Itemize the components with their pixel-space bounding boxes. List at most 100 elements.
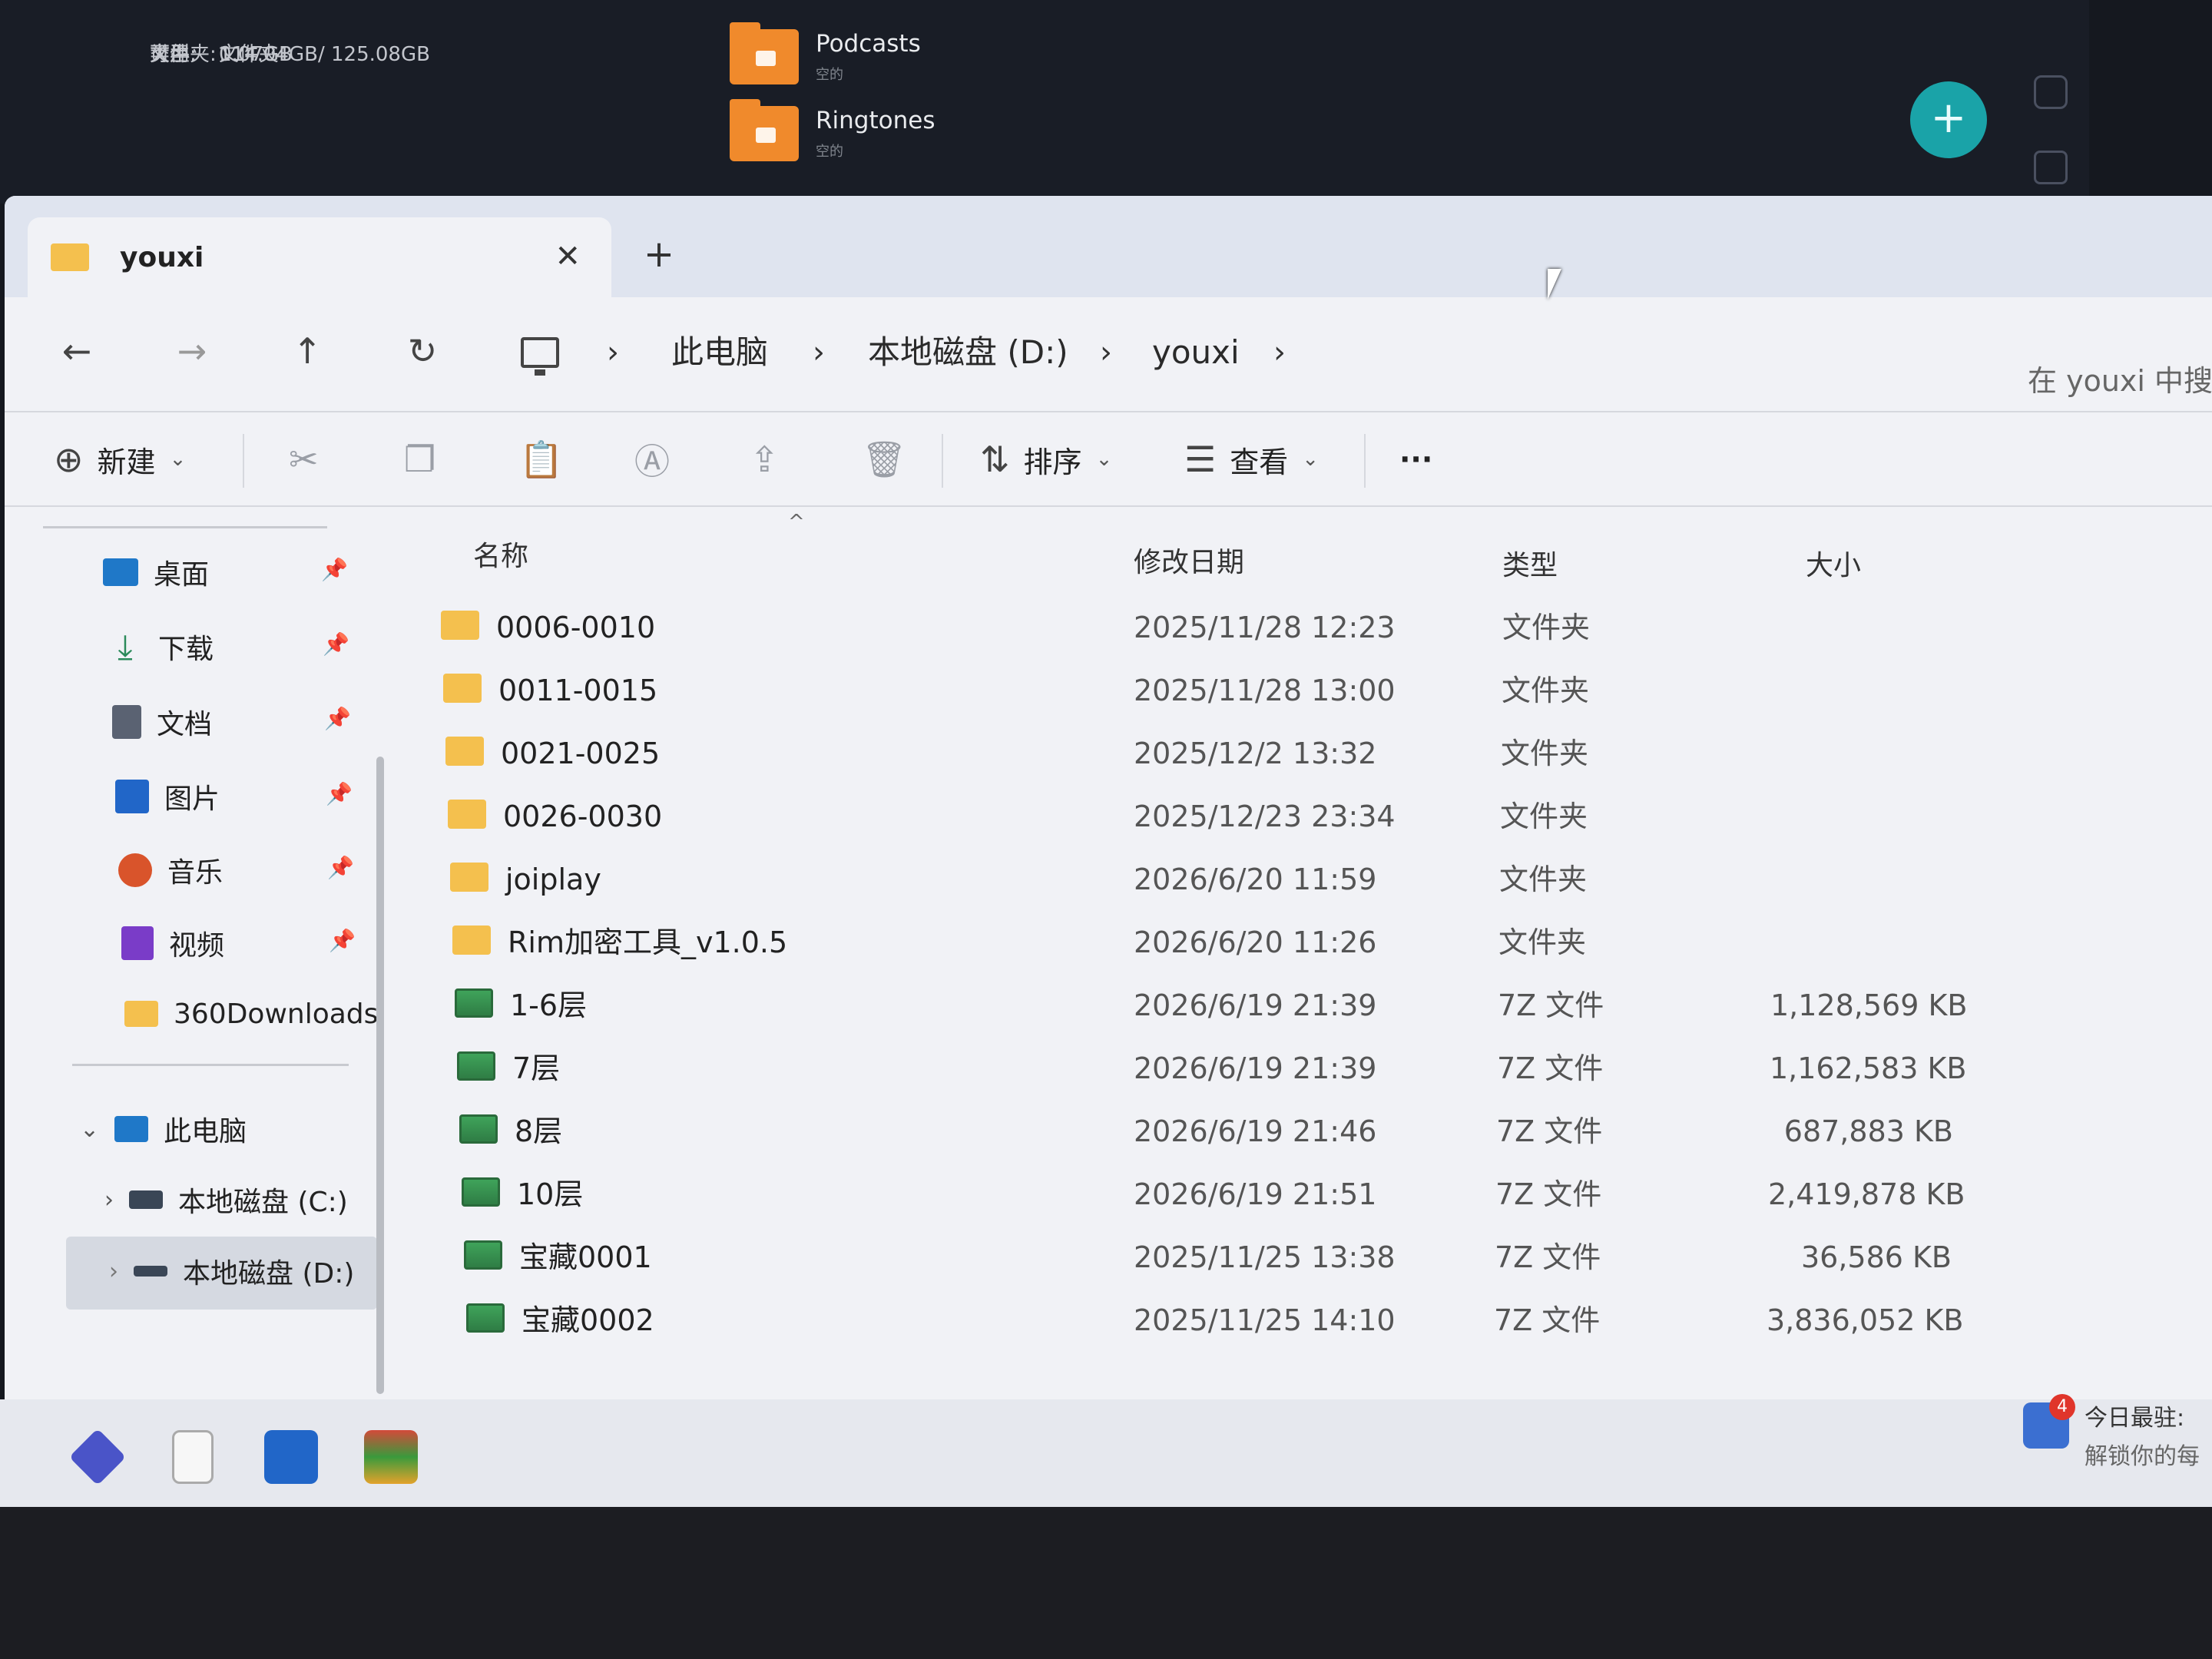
window-icon[interactable] [2034, 151, 2068, 184]
pin-icon[interactable]: 📌 [329, 928, 356, 953]
winrar-icon[interactable] [364, 1430, 418, 1484]
file-explorer-app-icon[interactable] [264, 1430, 318, 1484]
chevron-right-icon[interactable]: › [1273, 329, 1286, 376]
sidebar-item-drive-c[interactable]: › 本地磁盘 (C:) [104, 1173, 348, 1227]
paste-button[interactable]: 📋 [519, 435, 563, 483]
rename-button[interactable]: Ⓐ [634, 435, 670, 483]
file-icon[interactable] [172, 1430, 214, 1484]
up-button[interactable]: ↑ [284, 329, 330, 376]
sidebar-item-pictures[interactable]: 图片 [115, 770, 220, 823]
column-header-type[interactable]: 类型 [1502, 543, 1558, 583]
document-icon [112, 705, 141, 739]
more-options-button[interactable]: ··· [1399, 435, 1432, 483]
file-type: 文件夹 [1501, 737, 1589, 770]
cut-button[interactable]: ✂ [289, 435, 319, 483]
column-header-modified[interactable]: 修改日期 [1134, 540, 1244, 580]
view-button[interactable]: ☰ 查看 ⌄ [1184, 435, 1319, 483]
file-modified: 2025/11/28 12:23 [1134, 611, 1396, 644]
computer-icon[interactable] [521, 337, 559, 376]
sidebar-item-this-pc[interactable]: ⌄ 此电脑 [80, 1102, 247, 1156]
sidebar-item-downloads[interactable]: ⤓ 下载 [108, 620, 214, 674]
add-button[interactable]: + [1910, 81, 1987, 158]
file-modified: 2026/6/20 11:26 [1134, 926, 1377, 959]
sidebar-item-360downloads[interactable]: 360Downloads [124, 987, 378, 1041]
pin-icon[interactable]: 📌 [324, 706, 351, 731]
file-type: 7Z 文件 [1498, 988, 1604, 1022]
file-row[interactable]: 0026-0030 2025/12/23 23:34 文件夹 [403, 784, 2212, 849]
delete-button[interactable]: 🗑 [862, 435, 906, 483]
chevron-down-icon: ⌄ [1095, 448, 1113, 471]
file-row[interactable]: 1-6层 2026/6/19 21:39 7Z 文件 1,128,569 KB [410, 973, 2212, 1038]
sidebar-item-documents[interactable]: 文档 [112, 695, 212, 749]
breadcrumb-drive-d[interactable]: 本地磁盘 (D:) [868, 329, 1068, 376]
file-row[interactable]: 宝藏0002 2025/11/25 14:10 7Z 文件 3,836,052 KB [422, 1288, 2212, 1353]
file-size: 687,883 KB [1783, 1114, 1953, 1148]
file-modified: 2026/6/19 21:39 [1134, 988, 1377, 1022]
chevron-right-icon[interactable]: › [1100, 329, 1112, 376]
chevron-right-icon[interactable]: › [109, 1258, 118, 1285]
notification-text[interactable]: 今日最驻: 解锁你的每 [2085, 1399, 2200, 1476]
refresh-button[interactable]: ↻ [399, 329, 445, 376]
file-size: 3,836,052 KB [1767, 1303, 1964, 1337]
tab-youxi[interactable]: youxi ✕ [28, 217, 611, 297]
pin-icon[interactable]: 📌 [326, 781, 353, 806]
chevron-right-icon[interactable]: › [813, 329, 825, 376]
file-size [1773, 784, 1957, 849]
sidebar-item-videos[interactable]: 视频 [121, 916, 224, 970]
chevron-down-icon[interactable]: ⌄ [80, 1116, 99, 1143]
screen-bezel [0, 1507, 2212, 1659]
sort-ascending-icon: ^ [788, 511, 805, 534]
search-input[interactable]: 在 youxi 中搜索 [2028, 357, 2212, 399]
file-modified: 2025/11/25 14:10 [1134, 1303, 1396, 1337]
archive-icon [466, 1303, 505, 1333]
file-row[interactable]: 8层 2026/6/19 21:46 7Z 文件 687,883 KB [415, 1099, 2212, 1164]
file-row[interactable]: 宝藏0001 2025/11/25 13:38 7Z 文件 36,586 KB [419, 1225, 2212, 1290]
chevron-right-icon[interactable]: › [104, 1187, 114, 1214]
new-button[interactable]: ⊕ 新建 ⌄ [54, 435, 186, 483]
music-icon [118, 853, 152, 887]
copy-button[interactable]: ❐ [404, 435, 435, 483]
folder-icon [441, 611, 479, 640]
breadcrumb-this-pc[interactable]: 此电脑 [671, 329, 768, 376]
notification-badge: 4 [2049, 1394, 2075, 1420]
sidebar-item-music[interactable]: 音乐 [118, 843, 223, 897]
sidebar-scrollbar[interactable] [376, 757, 384, 1394]
column-header-size[interactable]: 大小 [1806, 543, 1861, 583]
file-size [1775, 595, 1959, 660]
home-icon[interactable] [2034, 75, 2068, 109]
chevron-down-icon: ⌄ [1302, 448, 1320, 471]
file-name: 1-6层 [510, 988, 588, 1022]
sidebar-item-drive-d[interactable]: › 本地磁盘 (D:) [109, 1244, 354, 1298]
navigation-pane: 桌面 📌 ⤓ 下载 📌 文档 📌 图片 📌 音乐 📌 视频 📌 360Downl… [35, 511, 396, 1402]
file-name: joiplay [505, 863, 601, 896]
chevron-right-icon[interactable]: › [607, 329, 619, 376]
file-type: 7Z 文件 [1497, 1051, 1604, 1085]
file-row[interactable]: 7层 2026/6/19 21:39 7Z 文件 1,162,583 KB [412, 1036, 2212, 1101]
sidebar-item-desktop[interactable]: 桌面 [103, 545, 209, 599]
app-icon[interactable] [68, 1428, 127, 1486]
archive-icon [459, 1114, 498, 1144]
file-row[interactable]: joiplay 2026/6/20 11:59 文件夹 [406, 847, 2212, 912]
file-row[interactable]: 10层 2026/6/19 21:51 7Z 文件 2,419,878 KB [417, 1162, 2212, 1227]
ringtones-folder[interactable]: Ringtones 空的 [730, 99, 935, 161]
file-modified: 2026/6/19 21:39 [1134, 1051, 1377, 1085]
column-header-name[interactable]: 名称 [473, 534, 528, 574]
podcasts-folder[interactable]: Podcasts 空的 [730, 22, 921, 84]
file-row[interactable]: 0006-0010 2025/11/28 12:23 文件夹 [396, 595, 2209, 660]
sort-button[interactable]: ⇅ 排序 ⌄ [980, 435, 1112, 483]
file-size: 1,162,583 KB [1770, 1051, 1967, 1085]
breadcrumb-youxi[interactable]: youxi [1152, 329, 1240, 376]
pin-icon[interactable]: 📌 [321, 557, 348, 582]
share-button[interactable]: ⇪ [750, 435, 780, 483]
pin-icon[interactable]: 📌 [323, 631, 349, 657]
file-row[interactable]: 0021-0025 2025/12/2 13:32 文件夹 [401, 721, 2212, 786]
close-icon[interactable]: ✕ [555, 239, 581, 274]
pin-icon[interactable]: 📌 [327, 855, 354, 880]
new-tab-button[interactable]: + [636, 233, 682, 279]
forward-button[interactable]: → [169, 329, 215, 376]
file-size [1774, 658, 1959, 723]
sort-icon: ⇅ [980, 439, 1010, 480]
back-button[interactable]: ← [54, 329, 100, 376]
file-row[interactable]: Rim加密工具_v1.0.5 2026/6/20 11:26 文件夹 [408, 910, 2212, 975]
file-row[interactable]: 0011-0015 2025/11/28 13:00 文件夹 [399, 658, 2211, 723]
